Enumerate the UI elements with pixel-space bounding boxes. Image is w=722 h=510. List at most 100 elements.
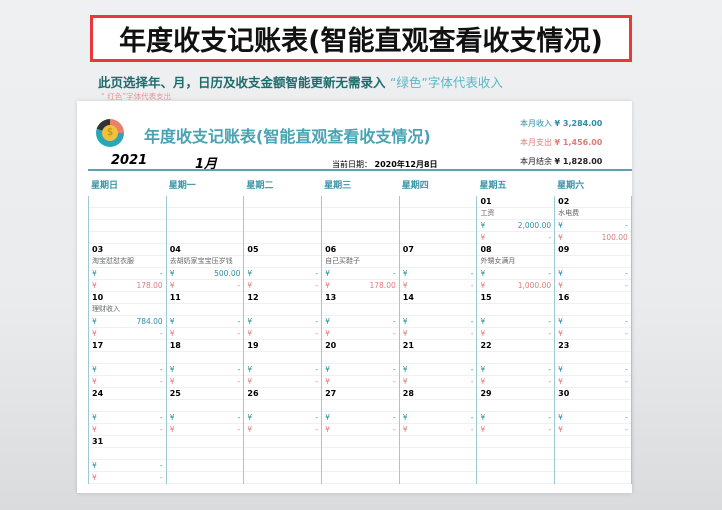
- note-row: [244, 400, 322, 412]
- currency-symbol: ¥: [480, 317, 486, 326]
- currency-symbol: ¥: [169, 377, 175, 386]
- note-row: [399, 256, 477, 268]
- day-row: 31: [89, 436, 166, 448]
- income-row: ¥ -: [244, 364, 322, 376]
- expense-row: ¥ -: [555, 424, 631, 436]
- day-cell: [165, 196, 244, 244]
- expense-row: ¥ -: [477, 376, 555, 388]
- expense-row: ¥ -: [244, 424, 322, 436]
- income-amount: -: [315, 365, 319, 374]
- weekday: 星期日: [91, 181, 119, 191]
- expense-amount: 1,000.00: [517, 281, 552, 290]
- day-number: 27: [325, 389, 337, 398]
- income-row: ¥ -: [399, 268, 477, 280]
- note-row: 淘宝怼怼衣服: [89, 256, 166, 268]
- calendar-week: 01 工资 ¥2,000.00 ¥ -02 水电费 ¥ - ¥100.00: [88, 196, 632, 244]
- expense-amount: -: [470, 281, 474, 290]
- income-row: ¥ -: [166, 412, 244, 424]
- expense-amount: -: [625, 281, 628, 290]
- day-cell: [88, 196, 166, 244]
- income-amount: -: [625, 413, 628, 422]
- day-number: 13: [325, 293, 337, 302]
- expense-amount: -: [393, 377, 396, 386]
- currency-symbol: ¥: [558, 317, 563, 326]
- currency-symbol: ¥: [92, 377, 97, 386]
- income-amount: -: [470, 365, 474, 374]
- note-row: [399, 304, 477, 316]
- weekday: 星期三: [324, 181, 352, 191]
- day-note: 水电费: [558, 209, 580, 217]
- expense-row: ¥ -: [322, 376, 399, 388]
- expense-amount: 178.00: [136, 281, 163, 290]
- day-row: 10: [89, 292, 166, 304]
- note-row: [555, 400, 631, 412]
- day-note: 外甥女满月: [480, 257, 516, 265]
- day-number: 19: [247, 341, 259, 350]
- day-row: 07: [399, 244, 477, 256]
- day-row: 05: [244, 244, 322, 256]
- expense-amount: -: [237, 425, 241, 434]
- day-cell: 18 ¥ - ¥ -: [165, 340, 244, 388]
- income-row: ¥ -: [477, 412, 555, 424]
- day-number: 26: [247, 389, 259, 398]
- income-amount: -: [237, 413, 241, 422]
- expense-row: [322, 472, 399, 484]
- note-row: [399, 352, 477, 364]
- day-number: 10: [92, 293, 104, 302]
- day-row: [244, 196, 322, 208]
- day-cell: [476, 436, 555, 484]
- calendar-week: 10 理财收入 ¥784.00 ¥ -11 ¥ - ¥ -12 ¥ - ¥ -13 ¥ - ¥ -14 ¥ - ¥ -1…: [88, 292, 632, 340]
- note-row: [89, 208, 166, 220]
- day-number: 21: [402, 341, 414, 350]
- weekday-header: 星期日 星期一 星期二 星期三 星期四 星期五 星期六: [88, 177, 632, 196]
- expense-amount: -: [159, 425, 163, 434]
- day-cell: 19 ¥ - ¥ -: [243, 340, 322, 388]
- day-number: 16: [558, 293, 570, 302]
- currency-symbol: ¥: [480, 281, 486, 290]
- income-row: [399, 460, 477, 472]
- calendar-week: 03 淘宝怼怼衣服 ¥ - ¥178.00 04 去胡奶家宝宝压岁钱 ¥500.00 ¥ -05 ¥…: [88, 244, 632, 292]
- calendar-week: 17 ¥ - ¥ -18 ¥ - ¥ -19 ¥ - ¥ -20 ¥ - ¥ -21 ¥ - ¥ -22 ¥ - ¥ -23 ¥ -…: [88, 340, 632, 388]
- day-number: 11: [169, 293, 181, 302]
- weekday: 星期五: [479, 181, 507, 191]
- expense-amount: -: [237, 377, 241, 386]
- day-row: 12: [244, 292, 322, 304]
- day-row: 28: [399, 388, 477, 400]
- day-cell: [398, 196, 477, 244]
- expense-row: [555, 472, 631, 484]
- income-row: ¥ -: [89, 460, 166, 472]
- currency-symbol: ¥: [558, 425, 563, 434]
- note-row: [89, 400, 166, 412]
- note-row: [244, 256, 322, 268]
- income-row: [89, 220, 166, 232]
- currency-symbol: ¥: [169, 425, 175, 434]
- expense-amount: -: [159, 377, 163, 386]
- day-row: 06: [322, 244, 399, 256]
- divider: [88, 169, 632, 171]
- day-cell: 20 ¥ - ¥ -: [321, 340, 399, 388]
- currency-symbol: ¥: [402, 317, 408, 326]
- day-cell: 23 ¥ - ¥ -: [554, 340, 632, 388]
- currency-symbol: ¥: [558, 413, 563, 422]
- month-balance: 本月结余 ¥ 1,828.00: [520, 156, 602, 167]
- day-number: 04: [169, 245, 181, 254]
- expense-amount: -: [237, 329, 241, 338]
- income-label: 本月收入: [520, 119, 552, 128]
- income-row: ¥ -: [555, 364, 631, 376]
- currency-symbol: ¥: [558, 281, 563, 290]
- day-row: 08: [477, 244, 555, 256]
- day-row: [555, 436, 631, 448]
- day-row: [322, 436, 399, 448]
- day-cell: 17 ¥ - ¥ -: [88, 340, 166, 388]
- currency-symbol: ¥: [247, 317, 253, 326]
- expense-value: ¥ 1,456.00: [554, 138, 603, 147]
- day-cell: 05 ¥ - ¥ -: [243, 244, 322, 292]
- year-select[interactable]: 2021: [111, 153, 147, 168]
- income-amount: -: [159, 269, 163, 278]
- income-row: ¥ -: [399, 316, 477, 328]
- day-row: 21: [399, 340, 477, 352]
- expense-amount: -: [159, 329, 163, 338]
- day-number: 02: [558, 197, 570, 206]
- income-row: ¥ -: [477, 268, 555, 280]
- expense-label: 本月支出: [520, 138, 552, 147]
